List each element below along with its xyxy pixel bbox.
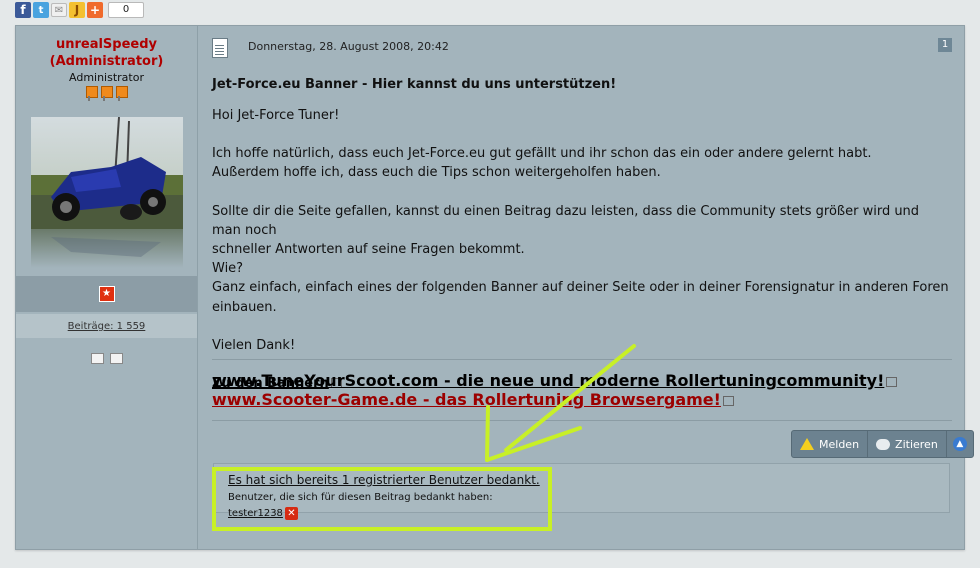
quote-button[interactable]: Zitieren [868, 431, 947, 457]
post-title: Jet-Force.eu Banner - Hier kannst du uns… [212, 77, 617, 92]
twitter-icon[interactable]: t [33, 2, 49, 18]
report-button[interactable]: Melden [792, 431, 869, 457]
post-header: Donnerstag, 28. August 2008, 20:42 1 [212, 38, 952, 60]
avatar[interactable] [31, 117, 183, 268]
post-date: Donnerstag, 28. August 2008, 20:42 [248, 40, 449, 53]
post-paragraph-line: Wie? [212, 261, 244, 277]
facebook-icon[interactable]: f [15, 2, 31, 18]
share-bar: f t ✉ J + 0 [15, 1, 144, 19]
warning-icon [800, 438, 814, 450]
footer-divider [212, 420, 952, 421]
post-document-icon [212, 38, 228, 58]
author-role: (Administrator) [49, 54, 164, 69]
profile-badge-row: ★ [16, 276, 197, 312]
contact-icons [16, 353, 197, 364]
mail-icon[interactable]: ✉ [51, 3, 67, 17]
post-paragraph-line: Ganz einfach, einfach eines der folgende… [212, 280, 949, 315]
signature-link-scooter-game[interactable]: www.Scooter-Game.de - das Rollertuning B… [212, 390, 721, 409]
author-sidebar: unrealSpeedy (Administrator) Administrat… [16, 26, 198, 549]
private-message-icon[interactable] [109, 353, 123, 364]
post-container: unrealSpeedy (Administrator) Administrat… [15, 25, 974, 550]
post-paragraph-line: schneller Antworten auf seine Fragen bek… [212, 242, 525, 258]
rank-flag-icon [100, 86, 113, 101]
homepage-icon[interactable] [90, 353, 104, 364]
post-count-link[interactable]: Beiträge: 1 559 [16, 314, 197, 338]
post-action-buttons: Melden Zitieren ▲ [791, 430, 974, 458]
highlight-box [212, 467, 552, 531]
rank-flags [16, 86, 197, 101]
quote-label: Zitieren [895, 437, 938, 451]
speech-bubble-icon [876, 438, 891, 450]
external-link-icon [886, 377, 898, 387]
post-body: Hoi Jet-Force Tuner! Ich hoffe natürlich… [212, 106, 952, 393]
post-paragraph-line: Außerdem hoffe ich, dass euch die Tips s… [212, 165, 661, 181]
rank-flag-icon [85, 86, 98, 101]
share-count: 0 [108, 2, 144, 18]
external-link-icon [722, 396, 734, 406]
avatar-image [31, 117, 183, 268]
scroll-top-button[interactable]: ▲ [947, 431, 973, 457]
report-label: Melden [819, 437, 860, 451]
post-greeting: Hoi Jet-Force Tuner! [212, 108, 340, 123]
plus-icon[interactable]: + [87, 2, 103, 18]
signature: www.TuneYourScoot.com - die neue und mod… [212, 371, 898, 409]
post-content: Donnerstag, 28. August 2008, 20:42 1 Jet… [198, 26, 974, 549]
post-number[interactable]: 1 [938, 38, 952, 52]
rank-flag-icon [115, 86, 128, 101]
bookmark-icon[interactable]: J [69, 2, 85, 18]
author-name[interactable]: unrealSpeedy [16, 36, 197, 53]
post-closing: Vielen Dank! [212, 337, 296, 353]
author-rank-title: Administrator [69, 71, 144, 84]
arrow-up-icon: ▲ [952, 437, 967, 451]
rank-star-icon: ★ [98, 286, 115, 302]
post-paragraph-line: Ich hoffe natürlich, dass euch Jet-Force… [212, 146, 872, 162]
post-paragraph-line: Sollte dir die Seite gefallen, kannst du… [212, 203, 920, 238]
author-name-block[interactable]: unrealSpeedy (Administrator) [16, 36, 197, 70]
signature-link-tuneyourscoot[interactable]: www.TuneYourScoot.com - die neue und mod… [212, 371, 884, 390]
signature-divider [212, 359, 952, 360]
